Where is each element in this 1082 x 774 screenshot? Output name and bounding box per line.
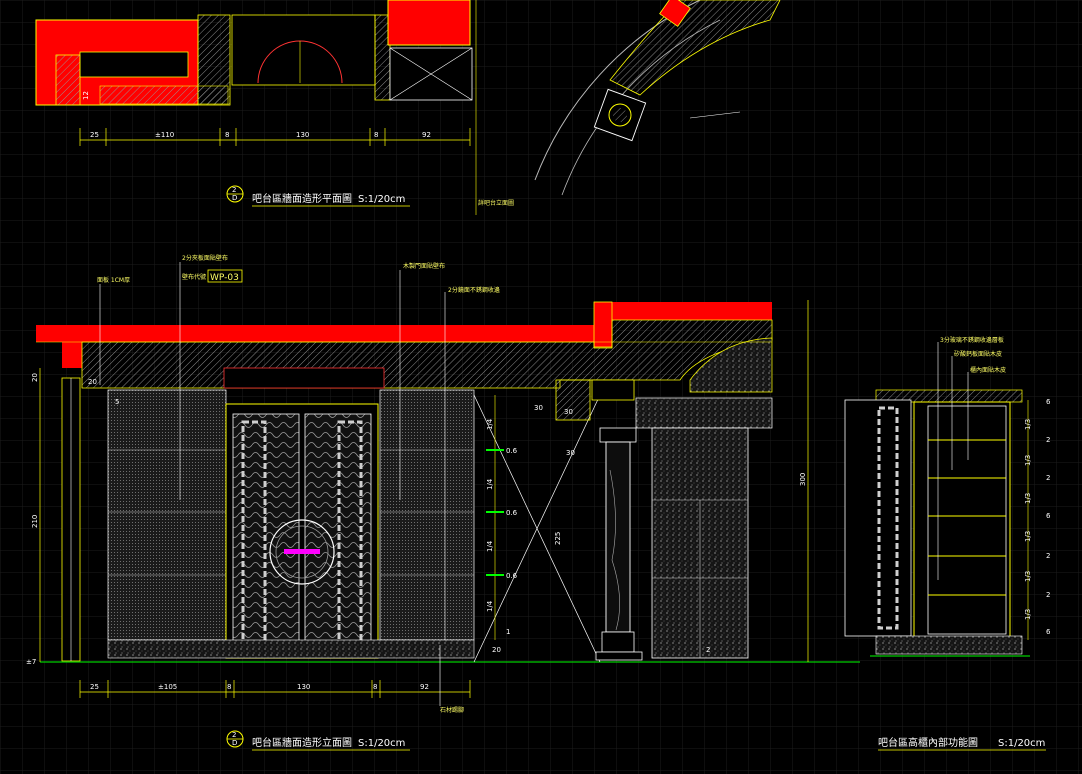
column-dim-4: 20 — [492, 646, 501, 654]
left-fabric-panel — [107, 389, 227, 641]
plan-marker-top: 2 — [232, 186, 236, 194]
plan-note: 詳吧台立面圖 — [478, 199, 514, 207]
elev-bottom-dim-2: ±105 — [158, 683, 177, 691]
cab-label-3: 櫃內面貼木皮 — [970, 366, 1006, 374]
cab-label-1: 3分玻璃不銹鋼收邊層板 — [940, 336, 1004, 344]
elev-bottom-dim-3: 8 — [227, 683, 231, 691]
elevation-red-beam — [36, 325, 596, 342]
elev-bottom-dim-6: 92 — [420, 683, 429, 691]
elev-bottom-dim-4: 130 — [297, 683, 310, 691]
plan-dim-3: 8 — [225, 131, 229, 139]
elev-top-dim-3: 30 — [534, 404, 543, 412]
elevation-scale: S:1/20cm — [358, 738, 405, 749]
plan-dim-2: ±110 — [155, 131, 174, 139]
plan-dim-4: 130 — [296, 131, 309, 139]
cabinet-interior — [913, 401, 1011, 639]
elev-bottom-note: 石材踢腳 — [440, 706, 464, 714]
elev-top-dim-1: 20 — [88, 378, 97, 386]
elev-left-dim-1: 20 — [31, 373, 39, 382]
cab-dim-2: 1/3 — [1024, 419, 1032, 430]
mid-dim-5: 1/4 — [486, 540, 494, 552]
cab-dim-6: 1/3 — [1024, 493, 1032, 504]
cab-dim-10: 1/3 — [1024, 571, 1032, 582]
column-shaft — [605, 441, 631, 633]
elev-label-1: 面板 1CM厚 — [97, 276, 130, 284]
wallpaper-code: WP-03 — [210, 273, 239, 283]
column-dim-3: 225 — [554, 532, 562, 545]
plan-marker-bottom: D — [232, 194, 237, 202]
door-handle — [284, 549, 320, 554]
plan-title: 吧台區牆面造形平面圖 — [252, 192, 352, 205]
plan-dim-5: 8 — [374, 131, 378, 139]
cab-dim-12: 1/3 — [1024, 609, 1032, 620]
column-dim-5: 2 — [706, 646, 710, 654]
column-dim-1: 30 — [566, 449, 575, 457]
mid-dim-2: 0.6 — [506, 447, 518, 455]
elev-left-dim-3: ±7 — [26, 658, 36, 666]
elev-bottom-dim-5: 8 — [373, 683, 377, 691]
cab-dim-9: 2 — [1046, 552, 1050, 560]
stone-skirting — [107, 639, 475, 659]
column-dim-2: 30 — [564, 408, 573, 416]
elev-label-3: 壁布代號 — [182, 273, 206, 281]
mid-dim-4: 0.6 — [506, 509, 518, 517]
cab-dim-8: 1/3 — [1024, 531, 1032, 542]
plan-dim-1: 25 — [90, 131, 99, 139]
plan-scale: S:1/20cm — [358, 194, 405, 205]
mid-dim-1: 1/4 — [486, 418, 494, 430]
right-fabric-panel — [379, 389, 475, 641]
cab-label-2: 矽酸鈣板面貼木皮 — [954, 350, 1002, 358]
mid-dim-7: 1/4 — [486, 600, 494, 612]
plan-red-block — [387, 0, 471, 46]
plan-dim-6: 92 — [422, 131, 431, 139]
elev-left-dim-2: 210 — [31, 515, 39, 528]
plan-side-dim: 12 — [82, 91, 90, 100]
cab-dim-11: 2 — [1046, 591, 1050, 599]
cab-dim-13: 6 — [1046, 628, 1051, 636]
mid-dim-3: 1/4 — [486, 478, 494, 490]
cab-dim-5: 2 — [1046, 474, 1050, 482]
cab-dim-3: 2 — [1046, 436, 1050, 444]
cabinet-scale: S:1/20cm — [998, 738, 1045, 749]
elev-label-4: 木製門面貼壁布 — [403, 262, 445, 270]
cabinet-title: 吧台區高櫃內部功能圖 — [878, 736, 978, 749]
elev-top-dim-2: 5 — [115, 398, 119, 406]
cab-dim-1: 6 — [1046, 398, 1051, 406]
cad-drawing-canvas: 25 ±110 8 130 8 92 12 2 D 吧台區牆面造形平面圖 S:1… — [0, 0, 1082, 774]
elevation-title: 吧台區牆面造形立面圖 — [252, 736, 352, 749]
cab-dim-7: 6 — [1046, 512, 1051, 520]
elev-marker-top: 2 — [232, 731, 236, 739]
elev-label-2: 2分夾板面貼壁布 — [182, 254, 228, 262]
mid-dim-6: 0.6 — [506, 572, 518, 580]
mid-dim-8: 1 — [506, 628, 510, 636]
cab-dim-4: 1/3 — [1024, 455, 1032, 466]
elev-bottom-dim-1: 25 — [90, 683, 99, 691]
elev-right-dim: 300 — [799, 473, 807, 486]
elev-marker-bottom: D — [232, 739, 237, 747]
elev-label-5: 2分鏡面不銹鋼收邊 — [448, 286, 500, 294]
